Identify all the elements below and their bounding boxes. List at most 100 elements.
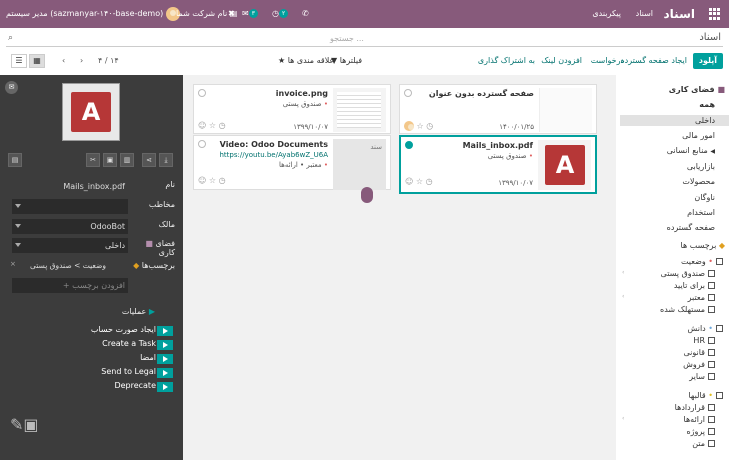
tag-text[interactable]: متن bbox=[692, 439, 715, 448]
action-run-button[interactable] bbox=[157, 340, 173, 350]
download-icon[interactable]: ⤓ bbox=[159, 153, 173, 167]
owner-select[interactable]: OdooBot bbox=[12, 219, 128, 234]
tag-to-validate[interactable]: برای تایید bbox=[674, 281, 715, 290]
tag-checkbox[interactable] bbox=[708, 416, 715, 423]
activity-menu[interactable]: ◷ ۲ bbox=[272, 0, 289, 28]
document-preview[interactable] bbox=[62, 83, 120, 141]
tag-hr[interactable]: HR bbox=[693, 336, 715, 345]
tag-checkbox[interactable] bbox=[708, 428, 715, 435]
tag-checkbox[interactable] bbox=[708, 270, 715, 277]
document-card-selected[interactable]: Mails_inbox.pdf • صندوق پستی ۱۳۹۹/۱۰/۰۷ … bbox=[399, 135, 597, 194]
thumbnail-label: سند bbox=[370, 143, 382, 151]
tag-project[interactable]: پروژه bbox=[686, 427, 715, 436]
workspace-hr[interactable]: منابع انسانی ◀ bbox=[667, 146, 715, 155]
tag-legal[interactable]: قانونی bbox=[683, 348, 715, 357]
card-url[interactable]: https://youtu.be/Ayab6wZ_U6A bbox=[220, 151, 329, 159]
request-button[interactable]: درخواست bbox=[585, 53, 630, 69]
tag-other[interactable]: سایر bbox=[689, 372, 715, 381]
action-deprecate[interactable]: Deprecate bbox=[102, 381, 156, 391]
selected-check-icon[interactable] bbox=[405, 141, 413, 149]
action-send-legal[interactable]: Send to Legal bbox=[101, 367, 156, 377]
pager-next-icon[interactable]: › bbox=[74, 53, 89, 69]
tag-contracts[interactable]: قراردادها bbox=[675, 403, 715, 412]
workspace-internal[interactable]: داخلی bbox=[620, 115, 729, 126]
add-tag-input[interactable]: + افزودن برچسب bbox=[12, 278, 128, 293]
tag-checkbox[interactable] bbox=[708, 306, 715, 313]
tag-checkbox[interactable] bbox=[708, 337, 715, 344]
tag-checkbox[interactable] bbox=[708, 361, 715, 368]
workspace-marketing[interactable]: بازاریابی bbox=[687, 162, 715, 171]
tag-checkbox[interactable] bbox=[708, 440, 715, 447]
tag-presentations[interactable]: ارائه‌ها bbox=[684, 415, 715, 424]
contact-select[interactable] bbox=[12, 199, 128, 214]
list-view-icon[interactable]: ☰ bbox=[11, 54, 27, 68]
share-button[interactable]: به اشتراک گذاری bbox=[472, 53, 541, 69]
tag-sales[interactable]: فروش bbox=[683, 360, 715, 369]
split-icon[interactable]: ✂ bbox=[86, 153, 100, 167]
drag-handle-icon[interactable] bbox=[361, 187, 373, 203]
debug-icon[interactable]: ✖ bbox=[228, 0, 235, 28]
select-checkbox[interactable] bbox=[198, 140, 206, 148]
caret-left-icon[interactable]: ‹ bbox=[622, 269, 624, 276]
phone-icon[interactable]: ✆ bbox=[302, 0, 309, 28]
select-checkbox[interactable] bbox=[198, 89, 206, 97]
pager-prev-icon[interactable]: ‹ bbox=[56, 53, 71, 69]
action-run-button[interactable] bbox=[157, 368, 173, 378]
search-input[interactable]: جستجو ... bbox=[330, 34, 364, 43]
search-bar[interactable]: ⌕ جستجو ... bbox=[6, 32, 723, 47]
tag-checkbox[interactable] bbox=[716, 258, 723, 265]
replace-icon[interactable]: ▥ bbox=[120, 153, 134, 167]
tag-checkbox[interactable] bbox=[716, 392, 723, 399]
tag-validated[interactable]: معتبر bbox=[688, 293, 715, 302]
share-icon[interactable]: ⋖ bbox=[142, 153, 156, 167]
favorites-button[interactable]: ★ علاقه مندی ها bbox=[272, 53, 340, 69]
document-card[interactable]: سند Video: Odoo Documents https://youtu.… bbox=[193, 135, 391, 190]
menu-configuration[interactable]: پیکربندی bbox=[592, 0, 621, 28]
select-checkbox[interactable] bbox=[404, 89, 412, 97]
upload-button[interactable]: آپلود bbox=[692, 53, 723, 69]
document-card[interactable]: invoice.png • صندوق پستی ۱۳۹۹/۱۰/۰۷ ☺ ☆ … bbox=[193, 84, 391, 134]
tag-checkbox[interactable] bbox=[708, 349, 715, 356]
user-menu[interactable]: مدیر سیستم (sazmanyar-۱۴۰-base-demo) bbox=[6, 0, 180, 28]
tag-group-templates[interactable]: قالبها • bbox=[688, 391, 723, 400]
action-create-invoice[interactable]: ایجاد صورت حساب bbox=[91, 325, 156, 335]
document-card[interactable]: صفحه گسترده بدون عنوان ۱۴۰۰/۰۱/۲۵ ☆ ◷ bbox=[399, 84, 597, 134]
chatter-icon[interactable]: ✉ bbox=[5, 81, 18, 94]
tag-checkbox[interactable] bbox=[708, 373, 715, 380]
tag-group-status[interactable]: وضعیت • bbox=[681, 257, 723, 266]
tag-checkbox[interactable] bbox=[708, 404, 715, 411]
tag-icon: ◆ bbox=[133, 261, 140, 270]
tag-checkbox[interactable] bbox=[708, 294, 715, 301]
app-title[interactable]: اسناد bbox=[664, 0, 695, 28]
menu-documents[interactable]: اسناد bbox=[636, 0, 653, 28]
workspace-recruitment[interactable]: استخدام bbox=[687, 208, 715, 217]
tag-checkbox[interactable] bbox=[716, 325, 723, 332]
lock-icon[interactable]: ▣ bbox=[103, 153, 117, 167]
pager-value[interactable]: ۴ / ۱۴ bbox=[92, 53, 125, 69]
add-link-button[interactable]: افزودن لینک bbox=[535, 53, 588, 69]
tag-group-knowledge[interactable]: دانش • bbox=[688, 324, 723, 333]
messages-menu[interactable]: ✉ ۳ bbox=[242, 0, 258, 28]
action-run-button[interactable] bbox=[157, 326, 173, 336]
action-sign[interactable]: امضا bbox=[102, 353, 156, 363]
caret-left-icon[interactable]: ‹ bbox=[622, 415, 624, 422]
workspace-products[interactable]: محصولات bbox=[682, 177, 715, 186]
tag-deprecated[interactable]: مستهلک شده bbox=[660, 305, 715, 314]
action-run-button[interactable] bbox=[157, 354, 173, 364]
kanban-view-icon[interactable]: ▦ bbox=[29, 54, 45, 68]
action-create-task[interactable]: Create a Task bbox=[102, 339, 156, 349]
action-run-button[interactable] bbox=[157, 382, 173, 392]
tag-mailbox[interactable]: صندوق پستی bbox=[661, 269, 715, 278]
search-icon[interactable]: ⌕ bbox=[8, 33, 13, 43]
workspace-spreadsheet[interactable]: صفحه گسترده bbox=[667, 223, 715, 232]
remove-tag-icon[interactable]: × bbox=[10, 260, 16, 268]
workspace-select[interactable]: داخلی bbox=[12, 238, 128, 253]
tag-checkbox[interactable] bbox=[708, 282, 715, 289]
archive-icon[interactable]: ▤ bbox=[8, 153, 22, 167]
name-input[interactable]: Mails_inbox.pdf bbox=[12, 179, 128, 194]
workspace-all[interactable]: همه bbox=[699, 100, 715, 109]
workspace-fleet[interactable]: ناوگان bbox=[694, 193, 715, 202]
workspace-finance[interactable]: امور مالی bbox=[682, 131, 715, 140]
apps-grid-icon[interactable] bbox=[709, 8, 721, 20]
caret-left-icon[interactable]: ‹ bbox=[622, 293, 624, 300]
